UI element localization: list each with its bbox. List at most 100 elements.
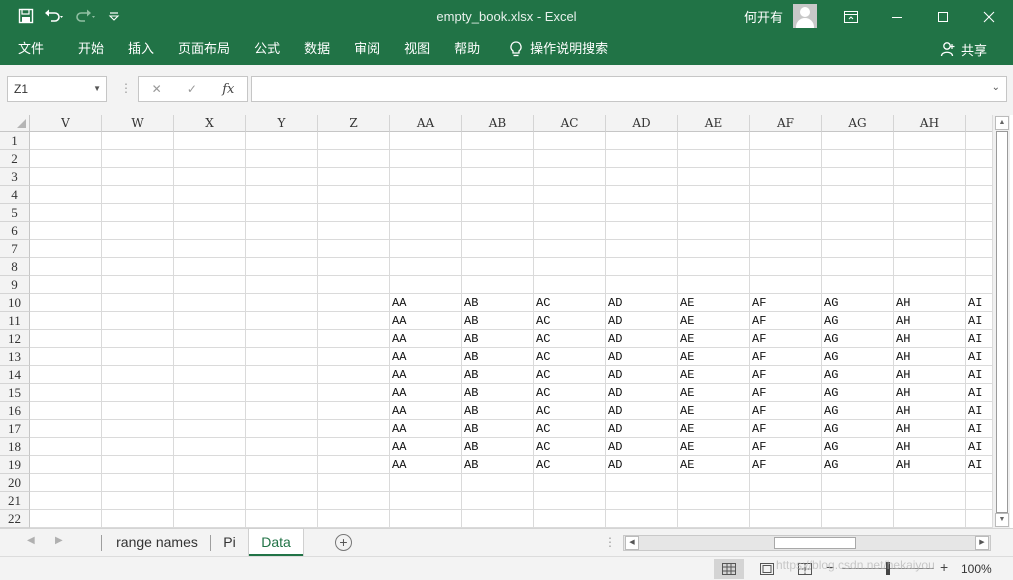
- cell-ag10[interactable]: AG: [822, 294, 893, 312]
- row-header[interactable]: 7: [0, 240, 30, 258]
- enter-icon[interactable]: ✓: [187, 82, 197, 96]
- cell-ad15[interactable]: AD: [606, 384, 677, 402]
- cell-aa10[interactable]: AA: [390, 294, 461, 312]
- cell-ab10[interactable]: AB: [462, 294, 533, 312]
- cell-ai17[interactable]: AI: [966, 420, 992, 438]
- sheet-tab-data[interactable]: Data: [249, 529, 303, 556]
- cell-ac10[interactable]: AC: [534, 294, 605, 312]
- row-header[interactable]: 13: [0, 348, 30, 366]
- column-header[interactable]: W: [102, 115, 174, 132]
- column-header[interactable]: AB: [462, 115, 534, 132]
- scroll-right-icon[interactable]: ▶: [975, 536, 989, 550]
- cell-ai19[interactable]: AI: [966, 456, 992, 474]
- column-header[interactable]: AA: [390, 115, 462, 132]
- row-header[interactable]: 8: [0, 258, 30, 276]
- column-header[interactable]: V: [30, 115, 102, 132]
- cell-ab16[interactable]: AB: [462, 402, 533, 420]
- cell-ad10[interactable]: AD: [606, 294, 677, 312]
- cell-ah11[interactable]: AH: [894, 312, 965, 330]
- cell-ah14[interactable]: AH: [894, 366, 965, 384]
- row-header[interactable]: 4: [0, 186, 30, 204]
- cell-ah18[interactable]: AH: [894, 438, 965, 456]
- formula-bar-grip-icon[interactable]: ⋮: [120, 81, 132, 95]
- cell-ad11[interactable]: AD: [606, 312, 677, 330]
- cell-ae13[interactable]: AE: [678, 348, 749, 366]
- cell-ah15[interactable]: AH: [894, 384, 965, 402]
- cell-ad19[interactable]: AD: [606, 456, 677, 474]
- cell-ac15[interactable]: AC: [534, 384, 605, 402]
- cell-ah12[interactable]: AH: [894, 330, 965, 348]
- cell-ah17[interactable]: AH: [894, 420, 965, 438]
- cell-aa16[interactable]: AA: [390, 402, 461, 420]
- zoom-level[interactable]: 100%: [961, 562, 992, 576]
- column-header[interactable]: Z: [318, 115, 390, 132]
- cell-aa12[interactable]: AA: [390, 330, 461, 348]
- cell-ai11[interactable]: AI: [966, 312, 992, 330]
- column-header[interactable]: AC: [534, 115, 606, 132]
- cell-ah16[interactable]: AH: [894, 402, 965, 420]
- ribbon-tab[interactable]: 开始: [56, 33, 116, 65]
- maximize-icon[interactable]: [920, 0, 966, 33]
- row-header[interactable]: 14: [0, 366, 30, 384]
- ribbon-display-icon[interactable]: [828, 0, 874, 33]
- normal-view-icon[interactable]: [714, 559, 744, 579]
- cell-ab11[interactable]: AB: [462, 312, 533, 330]
- row-header[interactable]: 10: [0, 294, 30, 312]
- worksheet-grid[interactable]: VWXYZAAABACADAEAFAGAHAI12345678910111213…: [0, 115, 992, 528]
- cell-ae15[interactable]: AE: [678, 384, 749, 402]
- row-header[interactable]: 19: [0, 456, 30, 474]
- cell-ac19[interactable]: AC: [534, 456, 605, 474]
- cell-af17[interactable]: AF: [750, 420, 821, 438]
- ribbon-tab[interactable]: 视图: [392, 33, 442, 65]
- cell-ag16[interactable]: AG: [822, 402, 893, 420]
- cell-ae14[interactable]: AE: [678, 366, 749, 384]
- cell-ai14[interactable]: AI: [966, 366, 992, 384]
- ribbon-tab[interactable]: 插入: [116, 33, 166, 65]
- cell-ac12[interactable]: AC: [534, 330, 605, 348]
- scroll-up-icon[interactable]: ▲: [995, 116, 1009, 130]
- cell-ag11[interactable]: AG: [822, 312, 893, 330]
- cell-ah19[interactable]: AH: [894, 456, 965, 474]
- insert-function-button[interactable]: fx: [222, 82, 234, 97]
- cell-ab19[interactable]: AB: [462, 456, 533, 474]
- cell-ac14[interactable]: AC: [534, 366, 605, 384]
- sheet-tab-range-names[interactable]: range names: [104, 529, 210, 556]
- cell-ae19[interactable]: AE: [678, 456, 749, 474]
- row-header[interactable]: 20: [0, 474, 30, 492]
- sheet-tab-pi[interactable]: Pi: [212, 529, 247, 556]
- cell-ab14[interactable]: AB: [462, 366, 533, 384]
- cell-ae11[interactable]: AE: [678, 312, 749, 330]
- ribbon-tab[interactable]: 页面布局: [166, 33, 242, 65]
- ribbon-tab[interactable]: 数据: [292, 33, 342, 65]
- cell-ab17[interactable]: AB: [462, 420, 533, 438]
- cell-ah13[interactable]: AH: [894, 348, 965, 366]
- cell-af13[interactable]: AF: [750, 348, 821, 366]
- cell-ad18[interactable]: AD: [606, 438, 677, 456]
- scroll-down-icon[interactable]: ▼: [995, 513, 1009, 527]
- tab-split-grip-icon[interactable]: ⋮: [604, 535, 616, 549]
- row-header[interactable]: 11: [0, 312, 30, 330]
- cell-af12[interactable]: AF: [750, 330, 821, 348]
- cell-ag19[interactable]: AG: [822, 456, 893, 474]
- cell-aa19[interactable]: AA: [390, 456, 461, 474]
- tell-me-search[interactable]: 操作说明搜索: [492, 33, 620, 65]
- row-header[interactable]: 21: [0, 492, 30, 510]
- cell-ai18[interactable]: AI: [966, 438, 992, 456]
- cell-aa11[interactable]: AA: [390, 312, 461, 330]
- cell-ag18[interactable]: AG: [822, 438, 893, 456]
- name-box-dropdown-icon[interactable]: ▼: [93, 77, 101, 101]
- name-box[interactable]: Z1 ▼: [7, 76, 107, 102]
- column-header[interactable]: AG: [822, 115, 894, 132]
- cell-ac13[interactable]: AC: [534, 348, 605, 366]
- cell-ae12[interactable]: AE: [678, 330, 749, 348]
- column-header[interactable]: AF: [750, 115, 822, 132]
- cell-ad17[interactable]: AD: [606, 420, 677, 438]
- ribbon-tab[interactable]: 审阅: [342, 33, 392, 65]
- cell-af14[interactable]: AF: [750, 366, 821, 384]
- share-button[interactable]: 共享: [940, 33, 987, 65]
- column-header[interactable]: AI: [966, 115, 992, 132]
- cell-ag14[interactable]: AG: [822, 366, 893, 384]
- row-header[interactable]: 5: [0, 204, 30, 222]
- column-header[interactable]: AH: [894, 115, 966, 132]
- user-name[interactable]: 何开有: [744, 7, 783, 26]
